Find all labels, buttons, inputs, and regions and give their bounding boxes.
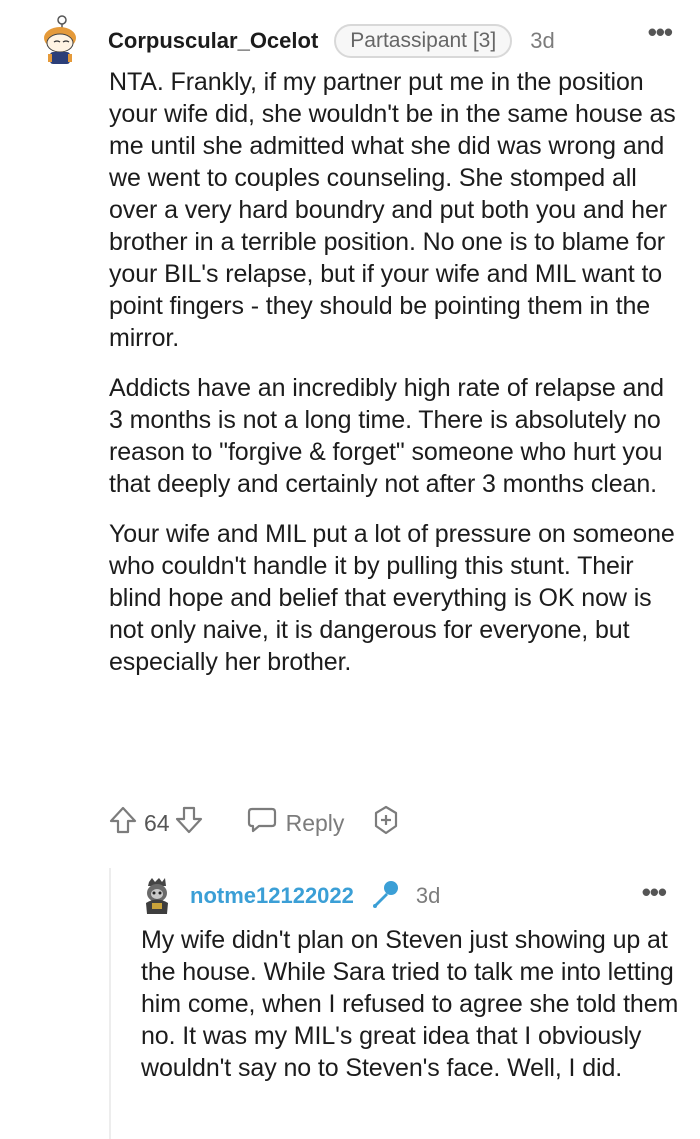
award-icon[interactable] xyxy=(370,804,402,842)
comment-paragraph: My wife didn't plan on Steven just showi… xyxy=(141,926,679,1082)
microphone-icon xyxy=(368,877,402,916)
reply-icon xyxy=(246,805,278,841)
reply-comment-header: notme12122022 3d ••• xyxy=(140,874,680,918)
thread-line[interactable] xyxy=(109,868,111,1139)
user-flair: Partassipant [3] xyxy=(334,24,513,58)
reply-comment-body: My wife didn't plan on Steven just showi… xyxy=(141,924,681,1102)
comment-paragraph: Addicts have an incredibly high rate of … xyxy=(109,374,664,498)
username[interactable]: Corpuscular_Ocelot xyxy=(108,28,318,54)
downvote-icon[interactable] xyxy=(174,805,204,841)
comment-actions: 64 Reply xyxy=(108,803,402,843)
timestamp: 3d xyxy=(530,28,555,53)
upvote-icon[interactable] xyxy=(108,805,138,841)
timestamp: 3d xyxy=(415,883,441,908)
reply-label: Reply xyxy=(285,809,345,836)
comment-header: Corpuscular_Ocelot Partassipant [3] 3d •… xyxy=(38,14,678,68)
comment-body: NTA. Frankly, if my partner put me in th… xyxy=(109,66,679,696)
comment-paragraph: NTA. Frankly, if my partner put me in th… xyxy=(109,68,676,352)
avatar[interactable] xyxy=(140,876,174,916)
more-options-icon[interactable]: ••• xyxy=(648,19,673,45)
vote-score: 64 xyxy=(144,809,170,836)
username-op[interactable]: notme12122022 xyxy=(190,883,354,909)
more-options-icon[interactable]: ••• xyxy=(642,879,667,905)
reply-button[interactable]: Reply xyxy=(246,805,345,841)
comment-paragraph: Your wife and MIL put a lot of pressure … xyxy=(109,520,675,676)
avatar[interactable] xyxy=(38,14,94,68)
